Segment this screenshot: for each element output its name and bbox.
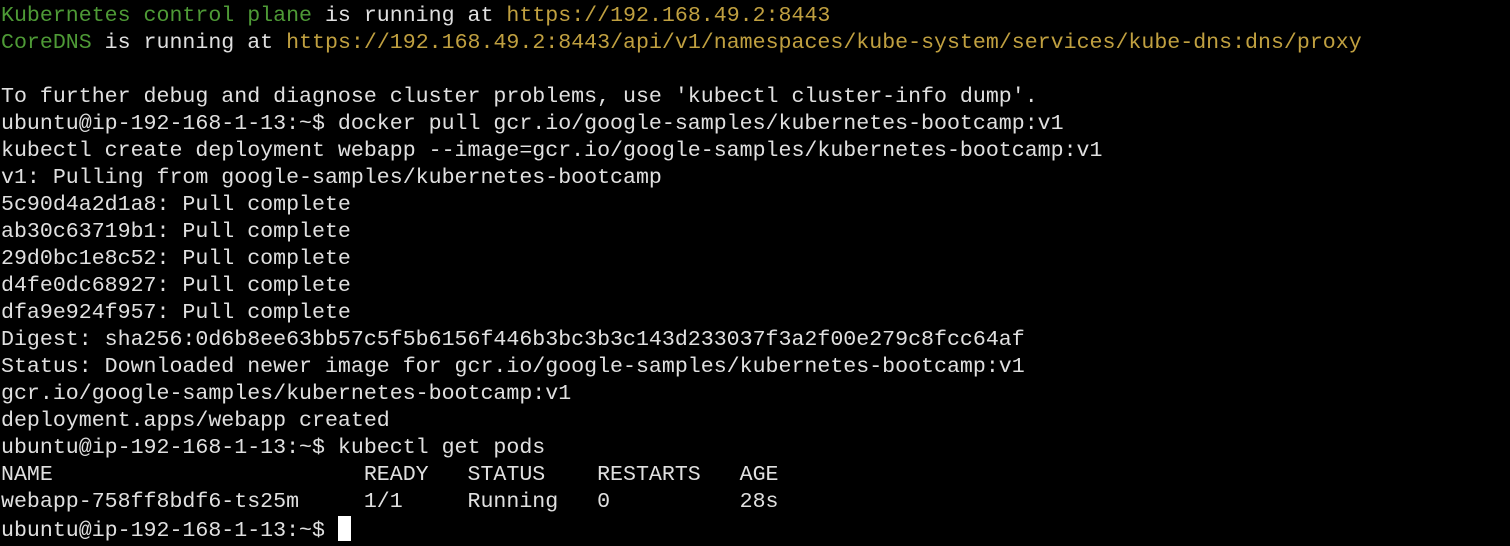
status-line: Status: Downloaded newer image for gcr.i… xyxy=(1,355,1025,379)
shell-prompt: ubuntu@ip-192-168-1-13:~$ xyxy=(1,436,338,460)
digest-line: Digest: sha256:0d6b8ee63bb57c5f5b6156f44… xyxy=(1,328,1025,352)
layer-line: 29d0bc1e8c52: Pull complete xyxy=(1,247,351,271)
layer-line: ab30c63719b1: Pull complete xyxy=(1,220,351,244)
get-pods-command: kubectl get pods xyxy=(337,436,546,460)
control-plane-mid: is running at xyxy=(312,4,507,28)
current-prompt-line[interactable]: ubuntu@ip-192-168-1-13:~$ xyxy=(1,516,1510,543)
shell-prompt: ubuntu@ip-192-168-1-13:~$ xyxy=(1,519,338,543)
layer-line: dfa9e924f957: Pull complete xyxy=(1,301,351,325)
terminal-window[interactable]: Kubernetes control plane is running at h… xyxy=(0,0,1510,546)
get-pods-command-line: ubuntu@ip-192-168-1-13:~$ kubectl get po… xyxy=(1,435,1510,462)
layer-line: 5c90d4a2d1a8: Pull complete xyxy=(1,193,351,217)
create-deployment-command-line: kubectl create deployment webapp --image… xyxy=(1,139,1103,163)
pulling-line: v1: Pulling from google-samples/kubernet… xyxy=(1,166,662,190)
docker-pull-command: docker pull gcr.io/google-samples/kubern… xyxy=(337,112,1064,136)
layer-line: d4fe0dc68927: Pull complete xyxy=(1,274,351,298)
text-cursor xyxy=(337,516,351,541)
coredns-url[interactable]: https://192.168.49.2:8443/api/v1/namespa… xyxy=(286,31,1362,55)
docker-pull-command-line: ubuntu@ip-192-168-1-13:~$ docker pull gc… xyxy=(1,111,1510,138)
shell-prompt: ubuntu@ip-192-168-1-13:~$ xyxy=(1,112,338,136)
coredns-label: CoreDNS xyxy=(1,31,92,55)
image-line: gcr.io/google-samples/kubernetes-bootcam… xyxy=(1,382,572,406)
pods-table-header: NAME READY STATUS RESTARTS AGE xyxy=(1,463,779,487)
control-plane-label: Kubernetes control plane xyxy=(1,4,313,28)
control-plane-url[interactable]: https://192.168.49.2:8443 xyxy=(506,4,830,28)
debug-hint-line: To further debug and diagnose cluster pr… xyxy=(1,85,1038,109)
coredns-line: CoreDNS is running at https://192.168.49… xyxy=(1,30,1510,57)
control-plane-line: Kubernetes control plane is running at h… xyxy=(1,3,1510,30)
pods-table-row: webapp-758ff8bdf6-ts25m 1/1 Running 0 28… xyxy=(1,490,779,514)
coredns-mid: is running at xyxy=(91,31,287,55)
deployment-created-line: deployment.apps/webapp created xyxy=(1,409,390,433)
